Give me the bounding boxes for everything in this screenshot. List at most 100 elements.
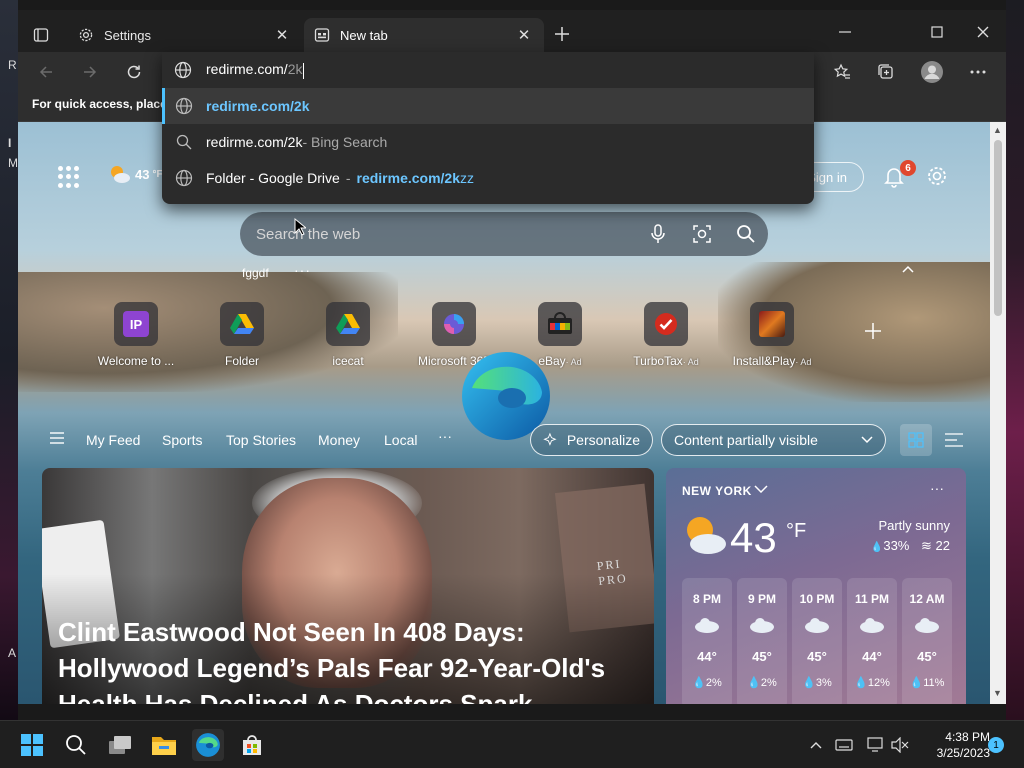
search-icon <box>174 132 194 152</box>
suggestion-item[interactable]: Folder - Google Drive - redirme.com/2k zz <box>162 160 814 196</box>
hourly-forecast-item[interactable]: 10 PM 45° 💧3% <box>792 578 842 704</box>
volume-muted-icon[interactable] <box>890 735 910 755</box>
content-visibility-dropdown[interactable]: Content partially visible <box>661 424 886 456</box>
maximize-button[interactable] <box>914 18 960 46</box>
back-button[interactable] <box>32 58 60 86</box>
weather-condition: Partly sunny <box>878 518 950 533</box>
scroll-up-icon[interactable]: ▲ <box>993 125 1002 135</box>
system-clock[interactable]: 4:38 PM 3/25/2023 <box>920 729 990 761</box>
edge-icon <box>196 733 220 757</box>
task-view-button[interactable] <box>104 729 136 761</box>
quick-links-more-button[interactable]: ··· <box>294 262 311 278</box>
new-tab-button[interactable] <box>550 22 574 46</box>
quick-link-tile[interactable]: Folder <box>194 302 290 368</box>
weather-more-button[interactable]: ··· <box>930 480 944 496</box>
refresh-button[interactable] <box>120 58 148 86</box>
suggestion-item[interactable]: redirme.com/2k <box>162 88 814 124</box>
collections-icon <box>878 64 893 79</box>
store-icon <box>243 735 261 755</box>
address-bar[interactable]: redirme.com/2k <box>162 52 814 88</box>
quick-link-tile[interactable]: IP Welcome to ... <box>88 302 184 368</box>
search-icon[interactable] <box>724 212 768 256</box>
cloud-icon <box>915 618 939 633</box>
profile-button[interactable] <box>918 58 946 86</box>
feed-tab-my-feed[interactable]: My Feed <box>86 432 140 448</box>
hourly-forecast-item[interactable]: 11 PM 44° 💧12% <box>847 578 897 704</box>
personalize-button[interactable]: Personalize <box>530 424 653 456</box>
hamburger-menu-icon[interactable] <box>50 432 64 444</box>
droplet-icon: 💧 <box>802 677 816 689</box>
desktop-label: I <box>8 136 12 150</box>
suggestion-item[interactable]: redirme.com/2k - Bing Search <box>162 124 814 160</box>
more-menu-button[interactable] <box>964 58 992 86</box>
hero-news-card[interactable]: PRI PRO Clint Eastwood Not Seen In 408 D… <box>42 468 654 704</box>
tab-settings[interactable]: Settings ✕ <box>68 18 302 52</box>
feed-tab-local[interactable]: Local <box>384 432 417 448</box>
sparkle-pencil-icon <box>543 432 557 446</box>
visual-search-icon[interactable] <box>680 212 724 256</box>
weather-mini-widget[interactable]: 43 °F <box>108 164 163 184</box>
taskbar-search-button[interactable] <box>60 729 92 761</box>
grid-layout-button[interactable] <box>900 424 932 456</box>
suggestion-text: redirme.com/2k <box>206 98 310 114</box>
keyboard-icon[interactable] <box>834 735 854 755</box>
close-tab-icon[interactable]: ✕ <box>514 25 534 45</box>
tab-actions-button[interactable] <box>28 22 54 48</box>
desktop-left-edge <box>0 0 18 720</box>
collections-button[interactable] <box>872 58 900 86</box>
quick-link-tile[interactable]: icecat <box>300 302 396 368</box>
scroll-down-icon[interactable]: ▼ <box>993 688 1002 698</box>
back-arrow-icon <box>39 66 52 78</box>
add-quick-link-button[interactable] <box>864 320 888 344</box>
tab-strip: Settings ✕ New tab ✕ <box>18 10 1006 52</box>
hourly-forecast-item[interactable]: 8 PM 44° 💧2% <box>682 578 732 704</box>
droplet-icon: 💧 <box>870 542 884 553</box>
weather-card[interactable]: NEW YORK ··· 43 °F Partly sunny 💧33% ≋ 2… <box>666 468 966 704</box>
list-layout-button[interactable] <box>938 424 970 456</box>
page-settings-button[interactable] <box>925 164 949 188</box>
droplet-icon: 💧 <box>747 677 761 689</box>
quick-link-tile[interactable]: Install&Play· Ad <box>724 302 820 368</box>
page-scrollbar[interactable]: ▲ ▼ <box>990 122 1006 704</box>
web-search-box[interactable]: Search the web <box>240 212 768 256</box>
weather-humidity: 33% <box>883 538 910 553</box>
network-icon[interactable] <box>866 735 886 755</box>
file-explorer-button[interactable] <box>148 729 180 761</box>
globe-icon <box>174 61 192 79</box>
app-launcher-button[interactable] <box>58 166 80 188</box>
tab-actions-icon <box>33 28 49 42</box>
chevron-up-icon[interactable] <box>902 262 918 278</box>
minimize-button[interactable] <box>822 18 868 46</box>
edge-taskbar-button[interactable] <box>192 729 224 761</box>
favorites-button[interactable] <box>828 58 856 86</box>
chevron-down-icon[interactable] <box>754 484 768 496</box>
feed-tab-top-stories[interactable]: Top Stories <box>226 432 296 448</box>
search-placeholder[interactable]: Search the web <box>256 226 636 243</box>
microsoft365-icon <box>432 302 476 346</box>
tab-title: Settings <box>104 27 151 43</box>
forward-button[interactable] <box>76 58 104 86</box>
clock-time: 4:38 PM <box>945 730 990 744</box>
hero-headline[interactable]: Clint Eastwood Not Seen In 408 Days: Hol… <box>58 614 648 704</box>
close-tab-icon[interactable]: ✕ <box>272 25 292 45</box>
store-button[interactable] <box>236 729 268 761</box>
gear-icon <box>78 27 94 43</box>
browser-window: Settings ✕ New tab ✕ For quick access, p… <box>18 10 1006 704</box>
weather-city[interactable]: NEW YORK <box>682 484 752 498</box>
feed-tab-money[interactable]: Money <box>318 432 360 448</box>
tab-new-tab[interactable]: New tab ✕ <box>304 18 544 52</box>
hourly-forecast-item[interactable]: 12 AM 45° 💧11% <box>902 578 952 704</box>
feed-tab-sports[interactable]: Sports <box>162 432 202 448</box>
quick-link-tile[interactable]: TurboTax· Ad <box>618 302 714 368</box>
microphone-icon[interactable] <box>636 212 680 256</box>
hourly-forecast-item[interactable]: 9 PM 45° 💧2% <box>737 578 787 704</box>
start-button[interactable] <box>16 729 48 761</box>
feed-more-button[interactable]: ··· <box>438 428 452 444</box>
notification-badge: 6 <box>900 160 916 176</box>
scrollbar-thumb[interactable] <box>994 140 1002 316</box>
address-input[interactable]: redirme.com/2k <box>206 61 305 79</box>
chevron-up-icon[interactable] <box>806 735 826 755</box>
notification-center-badge[interactable]: 1 <box>988 737 1004 753</box>
star-list-icon <box>833 63 850 79</box>
close-window-button[interactable] <box>960 18 1006 46</box>
